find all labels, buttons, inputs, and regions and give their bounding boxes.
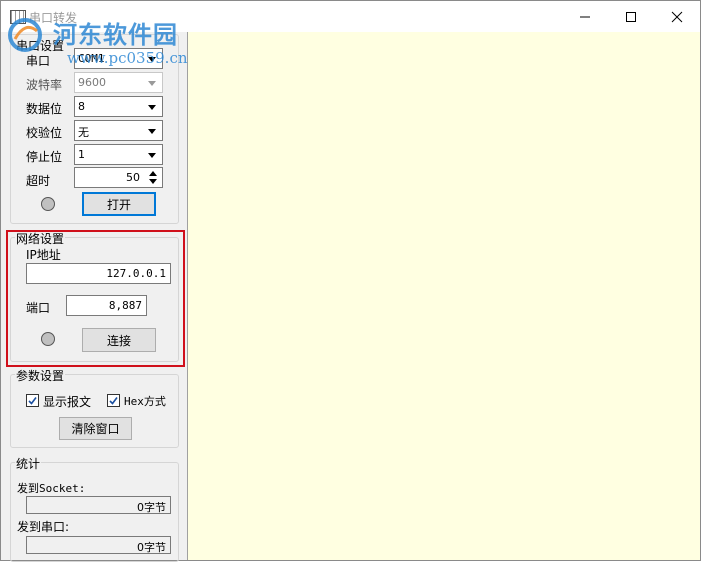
to-serial-label: 发到串口: <box>17 520 70 534</box>
params-group-title: 参数设置 <box>15 367 66 384</box>
timeout-label: 超时 <box>26 174 51 188</box>
checkmark-icon <box>28 397 37 405</box>
parity-label: 校验位 <box>26 126 63 140</box>
hex-mode-label: Hex方式 <box>124 395 166 408</box>
serial-port-label: 串口 <box>26 54 51 68</box>
close-button[interactable] <box>654 1 700 32</box>
maximize-icon <box>626 11 636 22</box>
chevron-down-icon <box>148 153 156 158</box>
window-title: 串口转发 <box>29 11 78 25</box>
to-socket-label: 发到Socket: <box>17 482 86 495</box>
data-bits-select[interactable]: 8 <box>74 96 163 117</box>
spin-up-icon[interactable] <box>149 171 157 176</box>
serial-port-select[interactable]: COM1 <box>74 48 163 69</box>
chevron-down-icon <box>148 81 156 86</box>
open-serial-button[interactable]: 打开 <box>82 192 156 216</box>
title-bar[interactable]: 串口转发 <box>1 1 700 32</box>
hex-mode-checkbox[interactable] <box>107 394 120 407</box>
checkmark-icon <box>109 397 118 405</box>
baud-rate-select[interactable]: 9600 <box>74 72 163 93</box>
show-message-checkbox[interactable] <box>26 394 39 407</box>
message-log-area[interactable] <box>187 32 700 560</box>
clear-window-button[interactable]: 清除窗口 <box>59 417 132 440</box>
data-bits-label: 数据位 <box>26 102 63 116</box>
minimize-button[interactable] <box>562 1 608 32</box>
serial-status-indicator <box>41 197 55 211</box>
stop-bits-select[interactable]: 1 <box>74 144 163 165</box>
to-serial-counter: 0字节 <box>26 536 171 554</box>
parity-select[interactable]: 无 <box>74 120 163 141</box>
minimize-icon <box>580 16 590 17</box>
chevron-down-icon <box>148 105 156 110</box>
stats-group-title: 统计 <box>15 455 42 472</box>
spin-down-icon[interactable] <box>149 179 157 184</box>
baud-rate-label: 波特率 <box>26 78 63 92</box>
chevron-down-icon <box>148 57 156 62</box>
show-message-label: 显示报文 <box>43 395 92 409</box>
close-icon <box>671 11 683 22</box>
network-settings-highlight <box>6 230 185 367</box>
chevron-down-icon <box>148 129 156 134</box>
to-socket-counter: 0字节 <box>26 496 171 514</box>
timeout-spinner[interactable]: 50 <box>74 167 163 188</box>
maximize-button[interactable] <box>608 1 654 32</box>
app-grid-icon <box>10 10 26 24</box>
stop-bits-label: 停止位 <box>26 150 63 164</box>
app-window: 串口转发 串口设置 串口 COM1 波特率 9600 数据位 8 校验位 无 停… <box>0 0 701 562</box>
